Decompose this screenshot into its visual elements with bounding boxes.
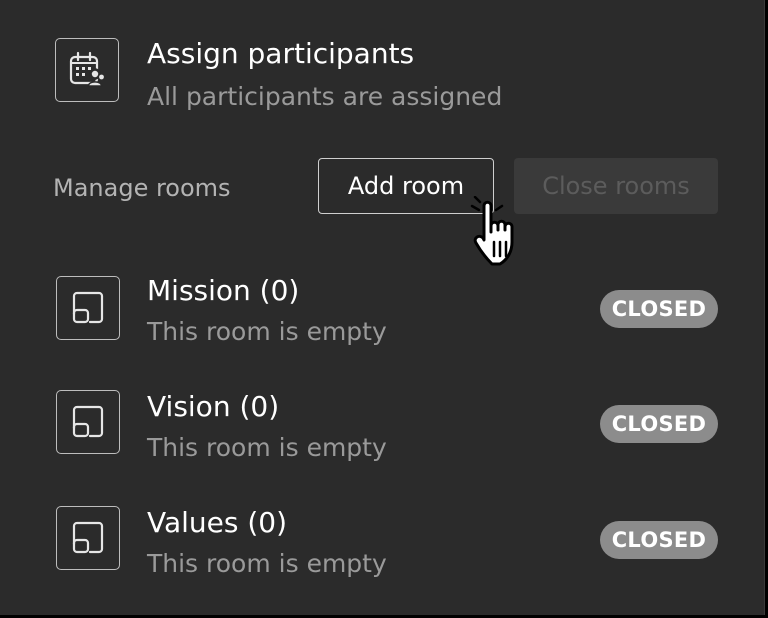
close-rooms-button[interactable]: Close rooms [514,158,718,214]
room-status-text: This room is empty [147,317,387,346]
calendar-people-icon [69,51,104,87]
manage-rooms-label: Manage rooms [53,174,231,202]
room-status-text: This room is empty [147,549,387,578]
room-icon [72,521,104,554]
room-tile-vision[interactable] [56,390,120,454]
room-tile-values[interactable] [56,506,120,570]
assign-participants-tile[interactable] [55,38,119,102]
hand-pointer-cursor-icon [470,196,514,266]
room-name[interactable]: Vision (0) [147,390,279,424]
status-badge: CLOSED [600,405,718,443]
room-icon [72,291,104,324]
room-name[interactable]: Mission (0) [147,274,299,308]
assign-participants-title[interactable]: Assign participants [147,37,414,71]
status-badge: CLOSED [600,521,718,559]
room-status-text: This room is empty [147,433,387,462]
status-badge: CLOSED [600,290,718,328]
breakout-rooms-panel: Assign participants All participants are… [0,0,765,615]
room-name[interactable]: Values (0) [147,506,287,540]
add-room-button[interactable]: Add room [318,158,494,214]
assign-participants-subtitle: All participants are assigned [147,82,503,111]
room-icon [72,405,104,438]
room-tile-mission[interactable] [56,276,120,340]
